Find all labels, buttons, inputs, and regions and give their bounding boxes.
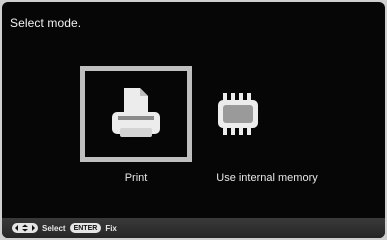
mode-prompt: Select mode.: [10, 16, 82, 30]
select-hint-label: Select: [42, 223, 66, 233]
enter-key-badge: ENTER: [69, 223, 102, 233]
print-option[interactable]: [80, 66, 192, 162]
four-way-arrows-icon: [12, 223, 38, 233]
print-label: Print: [124, 172, 148, 184]
internal-memory-option[interactable]: [182, 66, 294, 162]
footer-guide-bar: Select ENTER Fix: [2, 218, 385, 238]
fix-hint-label: Fix: [105, 223, 117, 233]
internal-memory-label: Use internal memory: [216, 172, 318, 184]
printer-icon: [112, 88, 160, 137]
memory-chip-icon: [218, 93, 258, 135]
lcd-screen: Select mode. Print Use internal memory S…: [2, 2, 385, 238]
